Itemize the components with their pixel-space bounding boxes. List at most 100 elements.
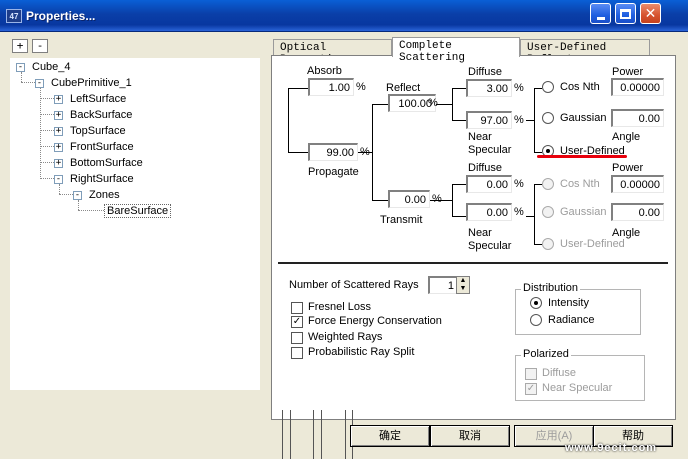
transmit-user-defined-label: User-Defined [560,238,625,250]
polarized-legend: Polarized [521,348,571,360]
radiance-radio[interactable] [530,314,542,326]
expand-toggle-icon[interactable]: + [54,111,63,120]
tree-connector [40,130,54,131]
tree-line [452,88,453,120]
tree-line [452,184,466,185]
percent-sign: % [432,193,442,205]
reflect-specular-field[interactable]: 97.00 [466,111,512,129]
expand-toggle-icon[interactable]: + [54,127,63,136]
cancel-button[interactable]: 取消 [430,425,510,447]
tree-item-label: Cube_4 [32,61,71,73]
tree-item-label: BottomSurface [70,157,143,169]
transmit-angle-field[interactable]: 0.00 [611,203,664,221]
reflect-diffuse-field[interactable]: 3.00 [466,79,512,97]
tree-line [534,184,542,185]
tree-line [534,244,542,245]
transmit-user-defined-radio[interactable] [542,238,554,250]
tree-item-label: LeftSurface [70,93,127,105]
spin-down-icon[interactable]: ▼ [457,285,469,293]
absorb-field[interactable]: 1.00 [308,78,354,96]
tree-line [452,216,466,217]
propagate-label: Propagate [308,166,359,178]
transmit-power-field[interactable]: 0.00000 [611,175,664,193]
scattered-rays-field[interactable]: 1 [428,276,458,294]
intensity-label: Intensity [548,297,589,309]
fresnel-loss-checkbox[interactable] [291,302,303,314]
background-stripe [313,410,314,459]
spin-up-icon[interactable]: ▲ [457,277,469,285]
tree-line [534,88,535,152]
reflect-specular-label: Specular [468,144,512,156]
collapse-all-button[interactable]: - [32,39,48,53]
tree-item-baresurface[interactable]: BareSurface [103,204,172,218]
reflect-power-label: Power [612,66,644,78]
scattered-rays-label: Number of Scattered Rays [289,279,419,291]
tree-connector [40,88,41,179]
transmit-field[interactable]: 0.00 [388,190,430,208]
polarized-near-specular-label: Near Specular [542,382,613,394]
background-stripe [321,410,322,459]
ok-button[interactable]: 确定 [350,425,430,447]
propagate-field[interactable]: 99.00 [308,143,358,161]
weighted-rays-label: Weighted Rays [308,331,383,343]
weighted-rays-checkbox[interactable] [291,332,303,344]
polarized-near-specular-checkbox[interactable]: ✓ [525,383,537,395]
force-energy-checkbox[interactable]: ✓ [291,316,303,328]
close-button[interactable]: ✕ [640,3,661,24]
tree-connector [40,114,54,115]
distribution-legend: Distribution [521,282,581,294]
maximize-button[interactable] [615,3,636,24]
intensity-radio[interactable] [530,297,542,309]
expand-toggle-icon[interactable]: + [54,95,63,104]
tree-item-label: FrontSurface [70,141,134,153]
section-divider [278,262,668,264]
tree-connector [78,210,104,211]
tree-connector [59,194,73,195]
transmit-diffuse-field[interactable]: 0.00 [466,175,512,193]
tree-connector [59,184,60,194]
reflect-label: Reflect [386,82,421,94]
reflect-angle-label: Angle [612,131,641,143]
collapse-toggle-icon[interactable]: - [73,191,82,200]
scattered-rays-spinner[interactable]: ▲ ▼ [456,276,470,294]
tree-connector [40,178,54,179]
tree-item-label: CubePrimitive_1 [51,77,132,89]
title-bar[interactable]: 47 Properties... ✕ [0,0,688,32]
fresnel-loss-label: Fresnel Loss [308,301,371,313]
tree-line [372,104,373,200]
percent-sign: % [514,178,524,190]
probabilistic-split-checkbox[interactable] [291,347,303,359]
minimize-button[interactable] [590,3,611,24]
reflect-diffuse-label: Diffuse [468,66,503,78]
close-icon: ✕ [644,5,657,22]
percent-sign: % [356,81,366,93]
reflect-angle-field[interactable]: 0.00 [611,109,664,127]
expand-all-button[interactable]: + [12,39,28,53]
transmit-specular-field[interactable]: 0.00 [466,203,512,221]
collapse-toggle-icon[interactable]: - [54,175,63,184]
reflect-cos-nth-radio[interactable] [542,81,554,93]
tree-item-label: TopSurface [70,125,126,137]
transmit-cos-nth-radio[interactable] [542,178,554,190]
collapse-toggle-icon[interactable]: - [16,63,25,72]
tree-connector [21,82,35,83]
annotation-underline [537,155,627,158]
transmit-gaussian-radio[interactable] [542,206,554,218]
percent-sign: % [514,206,524,218]
expand-toggle-icon[interactable]: + [54,143,63,152]
tree-line [288,88,308,89]
tab-complete-scattering[interactable]: Complete Scattering [392,37,520,64]
probabilistic-split-label: Probabilistic Ray Split [308,346,415,358]
collapse-toggle-icon[interactable]: - [35,79,44,88]
tree-line [436,104,452,105]
tree-line [372,104,388,105]
object-tree[interactable]: - Cube_4 - CubePrimitive_1 + LeftSurface… [10,58,260,390]
maximize-icon [620,8,631,19]
tree-item-label: RightSurface [70,173,134,185]
force-energy-label: Force Energy Conservation [308,315,442,327]
tree-item-label: Zones [89,189,120,201]
reflect-power-field[interactable]: 0.00000 [611,78,664,96]
reflect-gaussian-radio[interactable] [542,112,554,124]
expand-toggle-icon[interactable]: + [54,159,63,168]
polarized-diffuse-checkbox[interactable] [525,368,537,380]
